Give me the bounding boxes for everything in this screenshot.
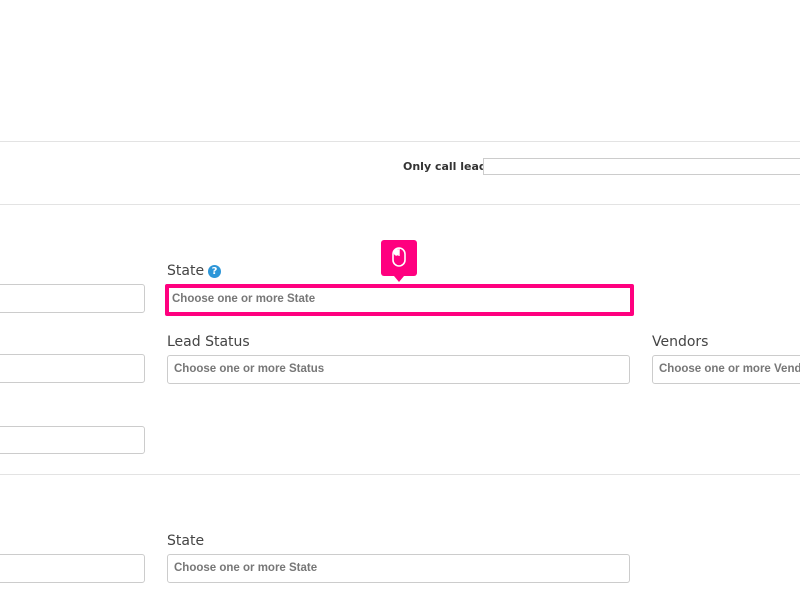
state-label-2: State [167,533,204,549]
left-field-input-2[interactable] [0,354,145,383]
help-icon[interactable]: ? [208,264,222,278]
left-field-input-3[interactable] [0,426,145,454]
vendors-placeholder: Choose one or more Vendors [659,363,800,375]
only-call-leads-label: Only call leads [403,160,494,173]
divider-lower [0,474,800,475]
state-select-highlighted[interactable]: Choose one or more State [165,284,634,316]
lead-status-select[interactable]: Choose one or more Status [167,355,630,384]
vendors-label: Vendors [652,334,708,350]
lead-status-placeholder: Choose one or more Status [174,363,325,375]
state-label-text: State [167,263,205,279]
lead-status-label: Lead Status [167,334,250,350]
left-field-input-1[interactable] [0,284,145,313]
state-label: State ? [167,263,222,279]
click-marker [381,240,417,282]
state-label-2-text: State [167,533,205,549]
only-call-leads-input[interactable] [483,158,800,175]
state-select-2[interactable]: Choose one or more State [167,554,630,583]
state-select-placeholder: Choose one or more State [172,293,316,305]
mouse-icon [392,247,406,267]
left-field-input-4[interactable] [0,554,145,583]
lead-status-label-text: Lead Status [167,334,250,350]
vendors-select[interactable]: Choose one or more Vendors [652,355,800,384]
vendors-label-text: Vendors [652,334,709,350]
state-select-2-placeholder: Choose one or more State [174,562,318,574]
page: Only call leads State ? Choose one or mo… [0,0,800,600]
divider-middle [0,204,800,205]
divider-top [0,141,800,142]
